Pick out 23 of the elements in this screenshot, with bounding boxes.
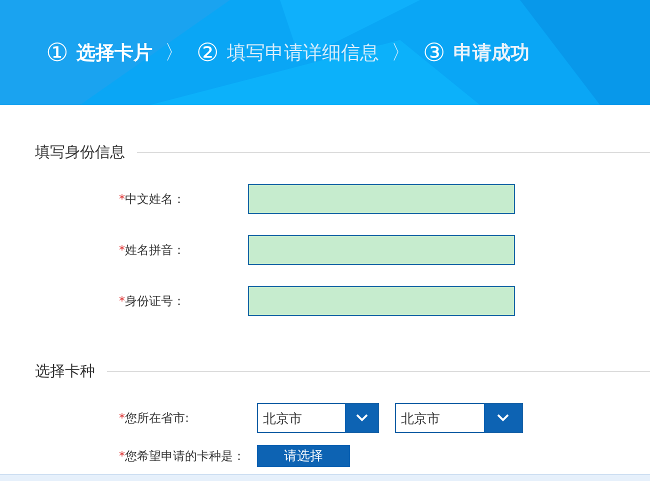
chevron-down-icon [356, 414, 368, 422]
dropdown[interactable]: 北京市 [395, 403, 523, 433]
chevron-icon: 〉 [390, 39, 411, 66]
section-title: 填写身份信息 [35, 143, 125, 162]
input-field[interactable] [248, 286, 515, 316]
step-number: ① [46, 40, 68, 65]
select-button[interactable]: 请选择 [257, 445, 350, 467]
chevron-down-icon [497, 414, 509, 422]
field-label: *您希望申请的卡种是： [118, 448, 246, 464]
step-label: 选择卡片 [76, 40, 152, 66]
input-field[interactable] [248, 235, 515, 265]
field-label: *中文姓名： [118, 190, 186, 208]
step-number: ③ [422, 40, 446, 65]
input-field[interactable] [248, 184, 515, 214]
step-label: 申请成功 [453, 40, 530, 66]
field-label: *身份证号： [118, 292, 186, 310]
chevron-icon: 〉 [164, 39, 184, 66]
step-number: ② [196, 40, 219, 65]
field-label: *姓名拼音： [118, 242, 186, 258]
step-label: 填写申请详细信息 [226, 40, 379, 66]
field-label: *您所在省市: [118, 410, 190, 426]
dropdown[interactable]: 北京市 [257, 403, 379, 433]
section-title: 选择卡种 [35, 362, 95, 381]
